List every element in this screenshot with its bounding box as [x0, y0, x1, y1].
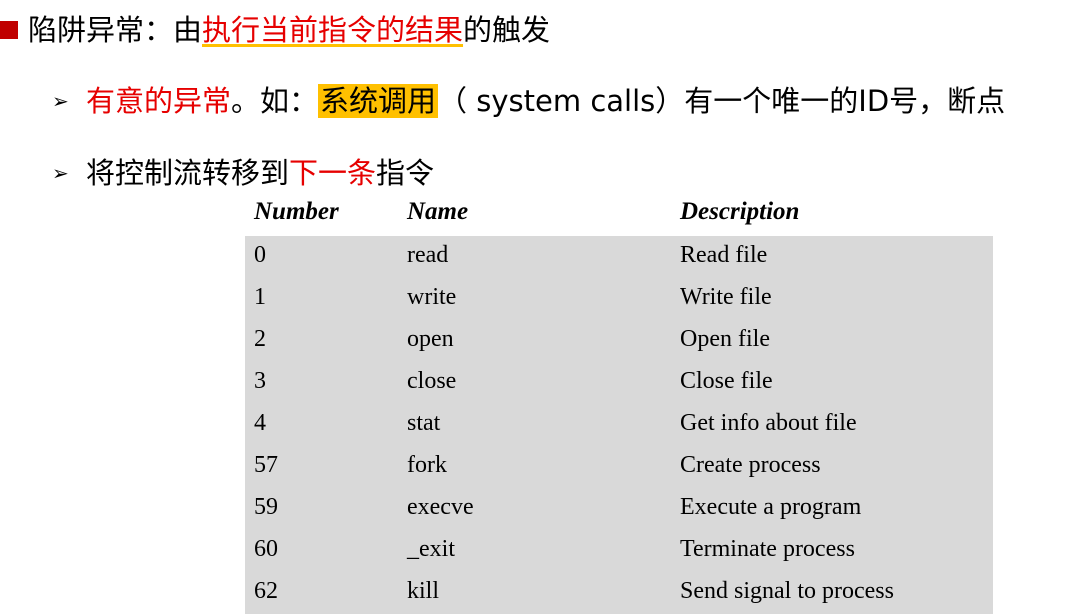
header-description: Description — [680, 198, 800, 225]
cell-description: Create process — [680, 452, 821, 478]
cell-name: fork — [407, 452, 447, 478]
arrow-bullet-icon: ➢ — [52, 161, 69, 185]
table-row: 59 execve Execute a program — [245, 488, 993, 530]
text-next-instruction: 下一条 — [289, 156, 377, 190]
cell-name: execve — [407, 494, 474, 520]
cell-description: Get info about file — [680, 410, 857, 436]
cell-name: write — [407, 284, 457, 310]
table-header: Number Name Description — [245, 194, 993, 236]
cell-description: Terminate process — [680, 536, 855, 562]
text-syscall-highlight: 系统调用 — [318, 84, 439, 118]
sub-bullet-intentional: ➢ 有意的异常。如：系统调用（ system calls）有一个唯一的ID号，断点 — [52, 81, 1005, 121]
cell-number: 57 — [254, 452, 278, 478]
sub-bullet-control-flow: ➢ 将控制流转移到下一条指令 — [52, 153, 434, 193]
cell-number: 60 — [254, 536, 278, 562]
cell-number: 2 — [254, 326, 266, 352]
cell-name: close — [407, 368, 457, 394]
header-name: Name — [407, 198, 469, 225]
table-row: 2 open Open file — [245, 320, 993, 362]
cell-name: _exit — [407, 536, 455, 562]
bullet-line-trap-exception: 陷阱异常：由执行当前指令的结果的触发 — [0, 10, 550, 50]
table-row: 57 fork Create process — [245, 446, 993, 488]
text-intentional: 有意的异常 — [86, 84, 232, 118]
table-row: 3 close Close file — [245, 362, 993, 404]
text-syscall-desc: （ system calls）有一个唯一的ID号，断点 — [438, 84, 1006, 118]
cell-description: Close file — [680, 368, 773, 394]
text-control-end: 指令 — [376, 156, 435, 190]
table-body: 0 read Read file 1 write Write file 2 op… — [245, 236, 993, 614]
cell-name: read — [407, 242, 449, 268]
table-row: 4 stat Get info about file — [245, 404, 993, 446]
text-trap-intro: 陷阱异常：由 — [28, 13, 203, 47]
text-example-prefix: 。如： — [231, 84, 319, 118]
syscall-table: Number Name Description 0 read Read file… — [245, 194, 993, 614]
text-control-prefix: 将控制流转移到 — [86, 156, 290, 190]
table-row: 62 kill Send signal to process — [245, 572, 993, 614]
table-row: 60 _exit Terminate process — [245, 530, 993, 572]
cell-description: Open file — [680, 326, 770, 352]
cell-description: Write file — [680, 284, 772, 310]
cell-description: Read file — [680, 242, 768, 268]
cell-number: 1 — [254, 284, 266, 310]
cell-number: 59 — [254, 494, 278, 520]
cell-number: 62 — [254, 578, 278, 604]
text-trap-highlight: 执行当前指令的结果 — [202, 13, 464, 47]
header-number: Number — [254, 198, 339, 225]
cell-number: 0 — [254, 242, 266, 268]
cell-description: Execute a program — [680, 494, 862, 520]
cell-number: 3 — [254, 368, 266, 394]
cell-name: kill — [407, 578, 440, 604]
square-bullet-icon — [0, 21, 18, 39]
text-trap-end: 的触发 — [463, 13, 551, 47]
cell-number: 4 — [254, 410, 266, 436]
cell-name: open — [407, 326, 454, 352]
table-row: 0 read Read file — [245, 236, 993, 278]
arrow-bullet-icon: ➢ — [52, 89, 69, 113]
cell-name: stat — [407, 410, 441, 436]
cell-description: Send signal to process — [680, 578, 894, 604]
table-row: 1 write Write file — [245, 278, 993, 320]
